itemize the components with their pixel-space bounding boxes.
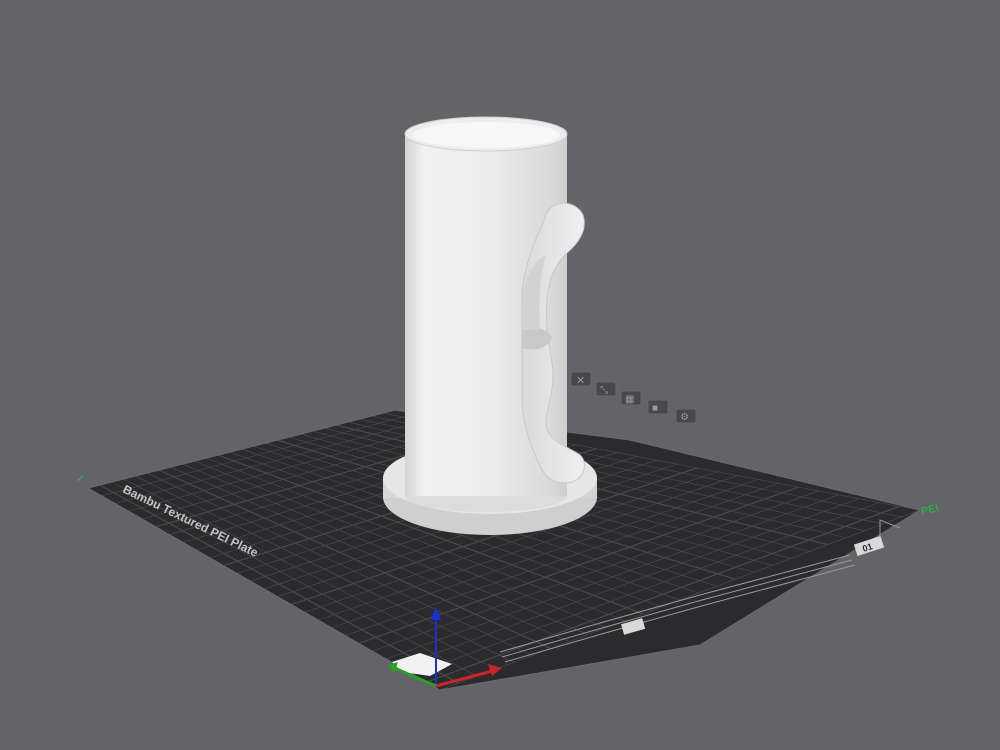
close-icon: ✕ — [576, 375, 585, 387]
3d-viewport[interactable]: Bambu Textured PEI Plate 01 PEI ✓ ✕ ⤡ ▦ — [0, 0, 1000, 750]
plate-lock-button[interactable]: ■ — [647, 399, 669, 415]
plate-toolbar: ✕ ⤡ ▦ ■ ⚙ — [570, 371, 697, 424]
model-cylinder-opening — [412, 122, 560, 148]
model-object[interactable] — [383, 116, 597, 535]
scene: Bambu Textured PEI Plate 01 PEI ✓ ✕ ⤡ ▦ — [76, 116, 940, 691]
plate-close-button[interactable]: ✕ — [570, 371, 592, 387]
plate-arrange-button[interactable]: ▦ — [620, 390, 642, 406]
arrange-icon: ▦ — [625, 394, 634, 405]
plate-orient-button[interactable]: ⤡ — [595, 381, 617, 397]
plate-settings-button[interactable]: ⚙ — [675, 408, 697, 424]
lock-icon: ■ — [652, 403, 658, 414]
settings-icon: ⚙ — [680, 412, 689, 423]
orient-icon: ⤡ — [600, 385, 608, 396]
plate-top-corner-label: PEI — [920, 502, 940, 518]
plate-left-corner-mark: ✓ — [76, 473, 85, 485]
